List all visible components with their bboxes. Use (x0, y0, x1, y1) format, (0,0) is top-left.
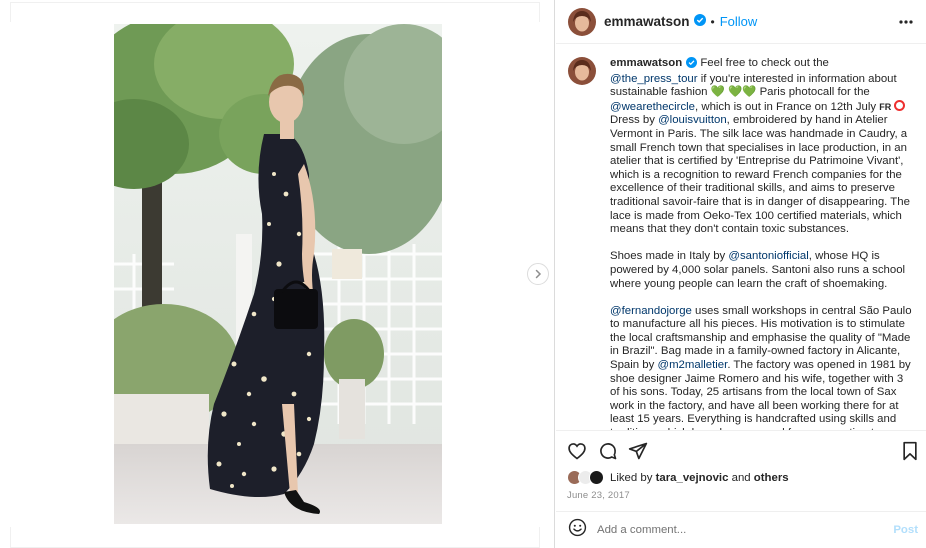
photo-frame-bottom (10, 527, 540, 548)
likes-others-link[interactable]: others (754, 472, 789, 484)
avatar[interactable] (568, 7, 596, 36)
caption-paragraph: Shoes made in Italy by @santoniofficial,… (610, 250, 912, 291)
green-heart-emoji: 💚 (710, 86, 725, 99)
comment-bar: Post (556, 511, 926, 548)
post-details-panel: emmawatson • Follow emmawatson Feel free… (556, 0, 926, 548)
next-photo-button[interactable] (527, 263, 549, 285)
media-pane (0, 0, 555, 548)
caption-text-segment: Feel free to check out the (700, 57, 829, 69)
avatar[interactable] (568, 57, 596, 85)
likes-text: Liked by tara_vejnovic and others (610, 472, 789, 484)
post-actions: Liked by tara_vejnovic and others June 2… (556, 430, 926, 510)
avatar-image (568, 57, 596, 85)
post-comment-button[interactable]: Post (893, 524, 918, 536)
mention-link[interactable]: @the_press_tour (610, 73, 698, 85)
comment-input[interactable] (597, 524, 887, 536)
caption-username[interactable]: emmawatson (610, 57, 682, 69)
likes-summary: Liked by tara_vejnovic and others (567, 470, 789, 485)
bookmark-icon[interactable] (901, 441, 919, 466)
verified-badge-icon (686, 57, 698, 73)
caption-text-segment: Paris photocall for the (756, 86, 870, 99)
liker-avatar[interactable] (589, 470, 604, 485)
share-icon[interactable] (628, 441, 648, 466)
mention-link[interactable]: @santoniofficial (728, 250, 808, 262)
comment-icon[interactable] (598, 441, 618, 466)
photo-illustration (114, 24, 442, 524)
france-flag-emoji: FR (879, 101, 892, 112)
caption-area: emmawatson Feel free to check out the @t… (556, 45, 926, 430)
photo-frame-top (10, 2, 540, 22)
likes-prefix: Liked by (610, 471, 653, 484)
follow-button[interactable]: Follow (720, 14, 758, 29)
heart-icon[interactable] (567, 441, 587, 466)
mention-link[interactable]: @m2malletier (658, 359, 728, 371)
header-separator: • (710, 14, 715, 29)
more-options-icon[interactable] (898, 14, 914, 35)
chevron-right-icon (535, 269, 542, 279)
mention-link[interactable]: @louisvuitton (658, 114, 727, 126)
caption-text-segment: Shoes made in Italy by (610, 250, 729, 263)
post-author-username[interactable]: emmawatson (604, 14, 690, 29)
verified-badge-icon (693, 13, 706, 31)
mention-link[interactable]: @wearethecircle (610, 101, 695, 113)
caption-paragraph: @fernandojorge uses small workshops in c… (610, 305, 912, 430)
likes-and: and (731, 471, 751, 484)
liker-username[interactable]: tara_vejnovic (656, 472, 729, 484)
post-header: emmawatson • Follow (556, 0, 926, 44)
emoji-icon[interactable] (568, 518, 587, 542)
mention-link[interactable]: @fernandojorge (610, 305, 692, 317)
red-circle-emoji (894, 99, 906, 111)
caption-text: emmawatson Feel free to check out the @t… (610, 57, 912, 430)
caption-text-segment: , which is out in France on 12th July (695, 100, 880, 113)
caption-text-segment: Dress by (610, 114, 659, 127)
post-photo[interactable] (114, 24, 442, 524)
caption-text-segment: , embroidered by hand in Atelier Vermont… (610, 114, 910, 236)
caption-paragraph: emmawatson Feel free to check out the @t… (610, 57, 912, 237)
post-date[interactable]: June 23, 2017 (567, 490, 630, 501)
green-heart-emoji: 💚💚 (728, 86, 757, 99)
avatar-image (568, 7, 596, 36)
